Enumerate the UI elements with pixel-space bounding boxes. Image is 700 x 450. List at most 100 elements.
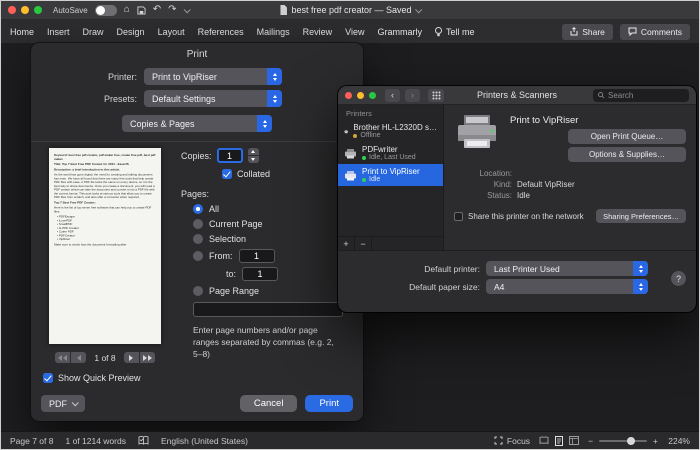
pages-from-radio[interactable]: From: <box>193 249 355 263</box>
zoom-percent[interactable]: 224% <box>664 436 690 446</box>
tab-insert[interactable]: Insert <box>47 27 70 37</box>
stepper-up-icon[interactable] <box>248 148 259 155</box>
default-paper-row: Default paper size: A4 <box>350 279 684 294</box>
default-paper-popup[interactable]: A4 <box>486 279 648 294</box>
sharing-preferences-button[interactable]: Sharing Preferences… <box>596 209 686 223</box>
document-icon <box>279 5 287 15</box>
undo-icon[interactable]: ↶ <box>153 5 161 15</box>
zoom-in-button[interactable]: + <box>653 436 658 446</box>
cancel-button[interactable]: Cancel <box>240 395 298 412</box>
forward-button[interactable]: › <box>405 89 420 102</box>
default-paper-value: A4 <box>494 282 504 292</box>
fullscreen-button[interactable] <box>34 6 42 14</box>
options-supplies-button[interactable]: Options & Supplies… <box>568 147 686 162</box>
radio-circle <box>193 251 203 261</box>
printer-list-item-pdfwriter[interactable]: PDFwriter Idle, Last Used <box>338 142 443 164</box>
prefs-titlebar: ‹ › Printers & Scanners Search <box>338 86 696 105</box>
fullscreen-button[interactable] <box>369 92 376 99</box>
next-page-button[interactable] <box>124 352 139 363</box>
printer-popup[interactable]: Print to VipRiser <box>144 68 282 85</box>
save-icon[interactable] <box>137 6 146 15</box>
range-input-row <box>193 302 355 317</box>
status-label: Status: <box>454 191 512 200</box>
tell-me[interactable]: Tell me <box>435 27 475 37</box>
pdf-menu-button[interactable]: PDF <box>41 395 85 412</box>
default-printer-popup[interactable]: Last Printer Used <box>486 261 648 276</box>
focus-button[interactable]: Focus <box>494 436 530 446</box>
presets-popup[interactable]: Default Settings <box>144 90 282 107</box>
status-dot <box>353 134 357 138</box>
printer-list-item-vipriser[interactable]: Print to VipRiser Idle <box>338 164 443 186</box>
zoom-slider-knob[interactable] <box>627 437 635 445</box>
tell-me-label: Tell me <box>446 27 475 37</box>
printer-list-item-brother[interactable]: Brother HL-L2320D s… Offline <box>338 120 443 142</box>
copies-input[interactable] <box>217 148 243 163</box>
page-range-input[interactable] <box>193 302 343 317</box>
add-printer-button[interactable]: + <box>338 237 355 250</box>
print-layout-icon[interactable] <box>555 436 563 446</box>
tab-design[interactable]: Design <box>117 27 145 37</box>
status-bar: Page 7 of 8 1 of 1214 words English (Uni… <box>1 431 699 449</box>
printer-icon <box>344 148 357 159</box>
autosave-toggle[interactable] <box>95 5 117 16</box>
last-page-button[interactable] <box>140 352 155 363</box>
tab-review[interactable]: Review <box>303 27 333 37</box>
first-page-button[interactable] <box>55 352 70 363</box>
prefs-window-title: Printers & Scanners <box>477 90 557 100</box>
pages-all-radio[interactable]: All <box>193 204 355 214</box>
tab-draw[interactable]: Draw <box>83 27 104 37</box>
copies-stepper[interactable] <box>248 148 259 163</box>
word-count[interactable]: 1 of 1214 words <box>65 436 125 446</box>
open-print-queue-button[interactable]: Open Print Queue… <box>568 129 686 144</box>
copies-pages-popup-value: Copies & Pages <box>130 119 195 129</box>
zoom-out-button[interactable]: − <box>588 436 593 446</box>
pages-selection-radio[interactable]: Selection <box>193 234 355 244</box>
redo-icon[interactable]: ↷ <box>168 5 176 15</box>
proofing-icon[interactable] <box>138 436 149 445</box>
printer-icon <box>344 126 348 137</box>
show-all-grid-icon[interactable] <box>428 89 444 102</box>
search-input[interactable]: Search <box>593 89 689 102</box>
share-printer-checkbox[interactable] <box>454 212 463 221</box>
show-quick-preview-checkbox[interactable]: Show Quick Preview <box>43 373 141 383</box>
copies-pages-popup[interactable]: Copies & Pages <box>122 115 272 132</box>
from-input[interactable] <box>239 249 275 263</box>
tab-grammarly[interactable]: Grammarly <box>378 27 423 37</box>
back-button[interactable]: ‹ <box>385 89 400 102</box>
home-icon[interactable]: ⌂ <box>124 5 130 15</box>
printer-label: Printer: <box>31 72 137 82</box>
zoom-slider[interactable] <box>599 440 647 442</box>
popup-caret-icon <box>633 279 648 294</box>
help-button[interactable]: ? <box>671 271 686 286</box>
web-layout-icon[interactable] <box>569 436 579 445</box>
comments-button[interactable]: Comments <box>620 24 690 40</box>
toolbar-overflow-icon[interactable] <box>183 6 190 13</box>
pages-current-radio[interactable]: Current Page <box>193 219 355 229</box>
title-menu-chevron-icon[interactable] <box>415 6 422 13</box>
tab-home[interactable]: Home <box>10 27 34 37</box>
to-input[interactable] <box>242 267 278 281</box>
read-mode-icon[interactable] <box>539 436 549 445</box>
tab-references[interactable]: References <box>198 27 244 37</box>
tab-layout[interactable]: Layout <box>158 27 185 37</box>
tab-mailings[interactable]: Mailings <box>257 27 290 37</box>
page-indicator[interactable]: Page 7 of 8 <box>10 436 53 446</box>
tab-view[interactable]: View <box>345 27 364 37</box>
share-printer-label: Share this printer on the network <box>468 212 584 221</box>
close-button[interactable] <box>8 6 16 14</box>
language-indicator[interactable]: English (United States) <box>161 436 248 446</box>
page-range-radio[interactable]: Page Range <box>193 286 355 296</box>
prev-page-button[interactable] <box>71 352 86 363</box>
minimize-button[interactable] <box>21 6 29 14</box>
share-button[interactable]: Share <box>562 24 613 40</box>
popup-caret-icon <box>267 90 282 107</box>
document-title: best free pdf creator — Saved <box>291 5 411 15</box>
print-button[interactable]: Print <box>305 395 353 412</box>
close-button[interactable] <box>345 92 352 99</box>
collated-label: Collated <box>237 169 270 179</box>
stepper-down-icon[interactable] <box>248 156 259 163</box>
default-printer-value: Last Printer Used <box>494 264 560 274</box>
remove-printer-button[interactable]: − <box>355 237 372 250</box>
collated-checkbox[interactable]: Collated <box>222 169 355 179</box>
minimize-button[interactable] <box>357 92 364 99</box>
